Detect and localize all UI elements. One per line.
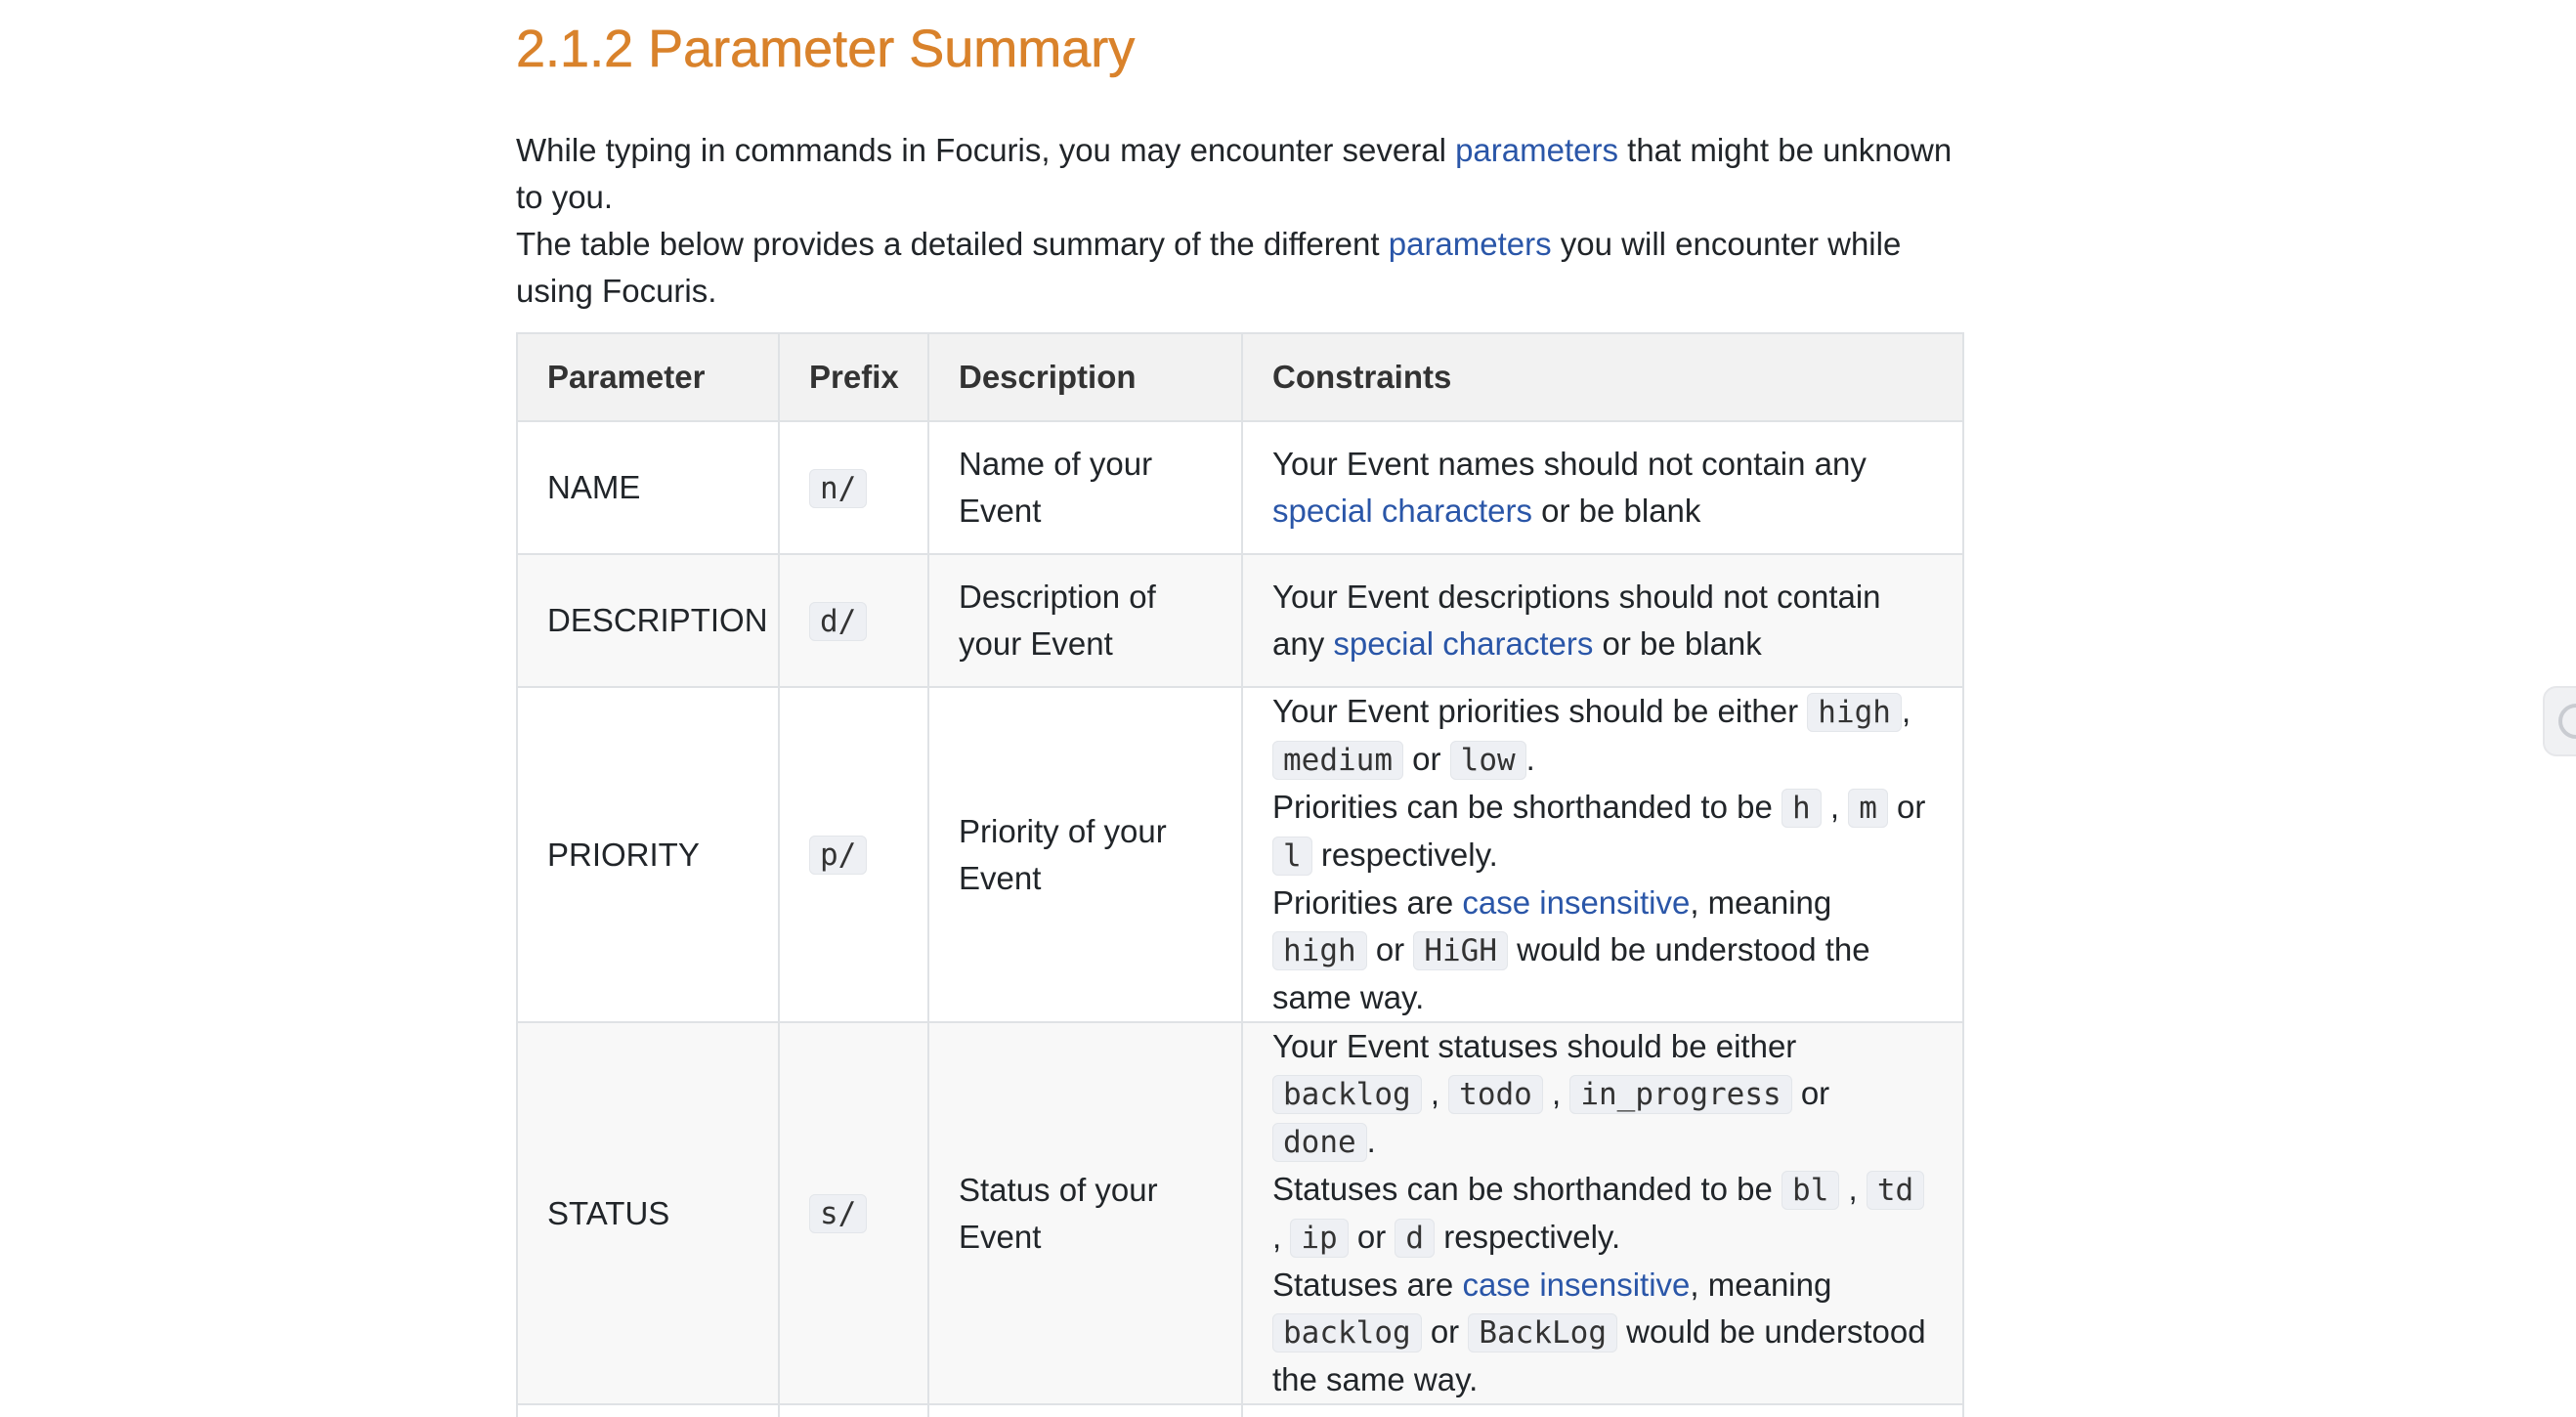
value-code: high [1272,931,1367,970]
prefix-code: p/ [809,836,868,875]
header-prefix: Prefix [778,332,929,422]
value-code: ip [1290,1219,1349,1258]
cell-description: Description of your Event [927,553,1243,688]
table-header-row: Parameter Prefix Description Constraints [516,332,1964,422]
constraint-text: respectively. [1311,837,1498,873]
cell-description: Name of your Event [927,420,1243,555]
cell-constraints: Your Event descriptions should not conta… [1241,553,1964,688]
table-row: PRIORITY p/ Priority of your Event Your … [516,686,1964,1023]
value-code: backlog [1272,1075,1422,1114]
intro-text: While typing in commands in Focuris, you… [516,127,1962,315]
value-code: done [1272,1123,1367,1162]
constraint-text: Priorities are [1272,884,1463,921]
parameter-table: Parameter Prefix Description Constraints… [516,332,1964,1417]
constraint-text: , [1839,1171,1867,1207]
cell-cut-off [927,1403,1243,1417]
table-row-partial [516,1403,1964,1417]
cell-constraints: Your Event priorities should be either h… [1241,686,1964,1023]
cell-constraints: Your Event statuses should be either bac… [1241,1021,1964,1405]
value-code: high [1807,693,1902,732]
value-code: td [1866,1171,1925,1210]
value-code: bl [1782,1171,1840,1210]
constraint-text: respectively. [1435,1219,1621,1255]
cell-parameter: PRIORITY [516,686,780,1023]
prefix-code: d/ [809,601,868,641]
header-parameter: Parameter [516,332,780,422]
constraint-text: or be blank [1593,625,1762,662]
value-code: d [1395,1219,1436,1258]
table-row: NAME n/ Name of your Event Your Event na… [516,420,1964,555]
cell-cut-off [516,1403,780,1417]
constraint-text: or [1402,741,1450,777]
table-row: STATUS s/ Status of your Event Your Even… [516,1021,1964,1405]
value-code: BackLog [1468,1313,1617,1353]
constraint-text: or [1421,1313,1469,1350]
main-content: 2.1.2 Parameter Summary While typing in … [516,0,1964,1417]
case-insensitive-link[interactable]: case insensitive [1462,1267,1690,1303]
constraint-text: , [1421,1075,1449,1111]
constraint-text: Your Event names should not contain any [1272,446,1867,482]
case-insensitive-link[interactable]: case insensitive [1462,884,1690,921]
intro-text-1a: While typing in commands in Focuris, you… [516,132,1456,168]
value-code: l [1272,837,1312,876]
constraint-text: or be blank [1531,493,1701,529]
constraint-text: or [1791,1075,1830,1111]
section-heading: 2.1.2 Parameter Summary [516,20,1136,79]
cell-parameter: STATUS [516,1021,780,1405]
prefix-code: s/ [809,1194,868,1233]
header-constraints: Constraints [1241,332,1964,422]
constraint-text: or [1348,1219,1395,1255]
constraint-text: , [1901,693,1911,729]
constraint-text: Priorities can be shorthanded to be [1272,789,1782,825]
intro-text-2a: The table below provides a detailed summ… [516,226,1389,262]
constraint-text: or [1887,789,1926,825]
constraint-text: , [1272,1219,1291,1255]
cell-cut-off [778,1403,929,1417]
constraint-text: or [1366,931,1414,967]
constraint-text: Your Event priorities should be either [1272,693,1808,729]
parameters-link-2[interactable]: parameters [1389,226,1552,262]
cell-parameter: DESCRIPTION [516,553,780,688]
value-code: medium [1272,741,1403,780]
cell-constraints: Your Event names should not contain any … [1241,420,1964,555]
constraint-text: Statuses are [1272,1267,1463,1303]
cell-cut-off [1241,1403,1964,1417]
value-code: low [1449,741,1526,780]
side-panel-tab[interactable] [2543,686,2576,756]
constraint-text: , meaning [1690,1267,1832,1303]
cell-description: Status of your Event [927,1021,1243,1405]
cell-prefix: d/ [778,553,929,688]
intro-paragraph-2: The table below provides a detailed summ… [516,221,1962,315]
header-description: Description [927,332,1243,422]
special-characters-link[interactable]: special characters [1333,625,1593,662]
parameters-link-1[interactable]: parameters [1455,132,1618,168]
constraint-text: , [1542,1075,1570,1111]
constraint-text: . [1525,741,1535,777]
cell-parameter: NAME [516,420,780,555]
intro-paragraph-1: While typing in commands in Focuris, you… [516,127,1962,221]
circle-icon [2558,704,2576,739]
value-code: HiGH [1413,931,1508,970]
value-code: in_progress [1569,1075,1792,1114]
value-code: backlog [1272,1313,1422,1353]
prefix-code: n/ [809,468,868,508]
constraint-text: , meaning [1690,884,1832,921]
special-characters-link[interactable]: special characters [1272,493,1532,529]
cell-prefix: s/ [778,1021,929,1405]
constraint-text: Your Event statuses should be either [1272,1028,1797,1064]
cell-prefix: n/ [778,420,929,555]
value-code: todo [1448,1075,1543,1114]
constraint-text: , [1821,789,1849,825]
constraint-text: . [1366,1123,1376,1159]
table-row: DESCRIPTION d/ Description of your Event… [516,553,1964,688]
value-code: h [1782,789,1822,828]
cell-prefix: p/ [778,686,929,1023]
cell-description: Priority of your Event [927,686,1243,1023]
value-code: m [1848,789,1888,828]
constraint-text: Statuses can be shorthanded to be [1272,1171,1782,1207]
